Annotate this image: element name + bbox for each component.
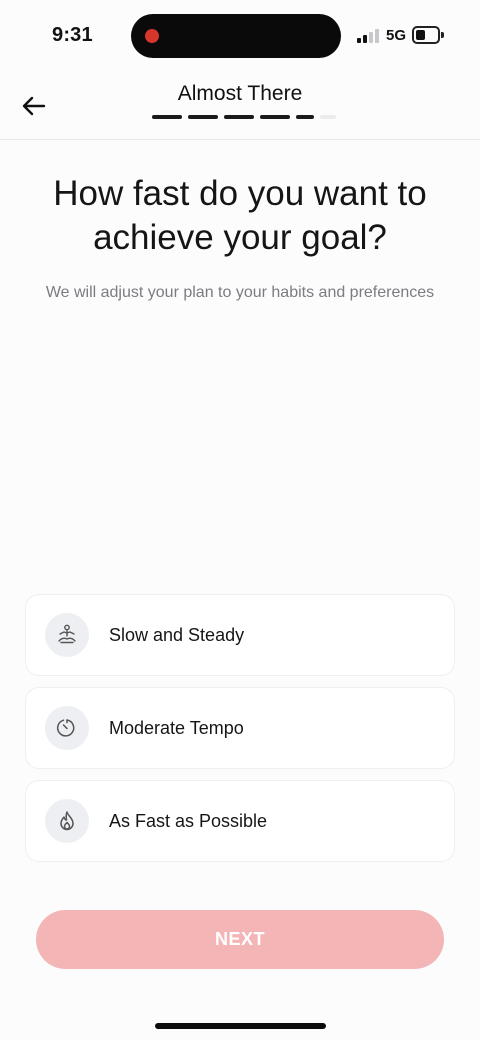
step-progress-indicator (152, 115, 336, 119)
recording-indicator-icon (145, 29, 159, 43)
dynamic-island (131, 14, 341, 58)
status-time: 9:31 (52, 24, 93, 46)
question-subtitle: We will adjust your plan to your habits … (45, 284, 435, 301)
option-slow-and-steady[interactable]: Slow and Steady (25, 594, 455, 676)
header: Almost There (0, 72, 480, 140)
next-button[interactable]: NEXT (36, 910, 444, 969)
progress-segment (296, 115, 314, 119)
cellular-signal-icon (357, 29, 379, 43)
progress-segment (260, 115, 290, 119)
fire-icon (45, 799, 89, 843)
option-label: As Fast as Possible (109, 810, 268, 831)
meditation-icon (45, 613, 89, 657)
status-bar: 9:31 5G (0, 0, 480, 72)
option-moderate-tempo[interactable]: Moderate Tempo (25, 687, 455, 769)
option-label: Slow and Steady (109, 624, 245, 645)
progress-segment (320, 115, 336, 119)
progress-segment (188, 115, 218, 119)
option-label: Moderate Tempo (109, 717, 244, 738)
battery-icon (412, 26, 444, 44)
question-title: How fast do you want to achieve your goa… (53, 174, 427, 257)
progress-segment (224, 115, 254, 119)
progress-segment (152, 115, 182, 119)
option-as-fast-as-possible[interactable]: As Fast as Possible (25, 780, 455, 862)
network-type: 5G (386, 27, 407, 44)
timer-icon (45, 706, 89, 750)
home-indicator[interactable] (155, 1023, 326, 1029)
page-title: Almost There (177, 82, 303, 105)
